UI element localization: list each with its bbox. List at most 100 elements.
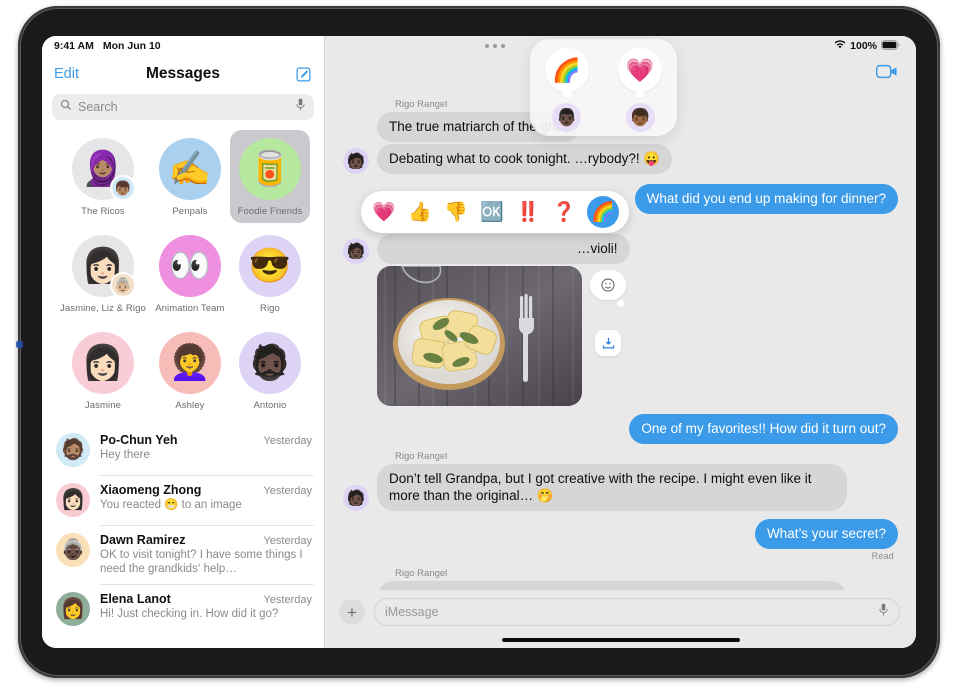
conversation-list-item[interactable]: 👩 Elena Lanot Yesterday Hi! Just checking i… [42,584,324,634]
status-indicators: 100% [834,39,900,53]
pinned-label: The Ricos [81,206,125,217]
emoji-reaction-icon[interactable] [590,270,626,307]
avatar: ✍️ [158,138,221,200]
avatar-spacer [343,116,369,142]
conversation-list-item[interactable]: 👩🏻 Xiaomeng Zhong Yesterday You reacted 😁 t… [42,475,324,525]
video-call-icon[interactable] [876,64,898,84]
avatar: 👩🏻 [56,483,90,517]
edit-button[interactable]: Edit [54,66,79,82]
compose-icon[interactable] [295,66,312,83]
thumbsdown-tapback[interactable]: 👎 [443,203,469,222]
avatar: 👩‍🦱 [158,332,221,394]
message-bubble-outgoing[interactable]: One of my favorites!! How did it turn ou… [629,414,903,444]
pinned-conversation-ashley[interactable]: 👩‍🦱 Ashley [150,324,230,417]
avatar: 🧕🏽 👦🏽 [71,138,136,201]
search-input[interactable]: Search [52,94,314,120]
message-thread[interactable]: Rigo Rangel The true matriarch of the gr… [325,92,916,590]
message-bubble-incoming[interactable]: …violi! [372,234,630,264]
message-bubble-outgoing[interactable]: What’s your secret? [754,519,904,549]
wifi-icon [834,40,846,52]
message-bubble-incoming[interactable]: Debating what to cook tonight. …rybody?!… [371,144,673,174]
search-placeholder: Search [78,100,118,114]
ravioli-photo[interactable] [377,266,582,406]
pinned-label: Foodie Friends [237,206,303,217]
message-sender-label: Rigo Rangel [395,568,448,579]
avatar: 👵🏿 [56,533,90,567]
thumbsup-tapback[interactable]: 👍 [407,203,433,222]
avatar: 🥫 [238,138,301,200]
pinned-conversation-the-ricos[interactable]: 🧕🏽 👦🏽 The Ricos [56,130,150,223]
conversation-list-item[interactable]: 👵🏿 Dawn Ramirez Yesterday OK to visit tonig… [42,525,324,584]
message-row: What’s your secret? [343,519,904,549]
reaction-emoji-bubble: 🌈 [544,48,589,92]
add-attachment-button[interactable]: + [339,599,365,625]
search-icon [60,98,72,116]
avatar: 😎 [238,235,301,297]
ipad-screen: 9:41 AM Mon Jun 10 Edit Messages Search … [42,36,916,648]
rainbow-tapback[interactable]: 🌈 [587,196,619,228]
microphone-icon[interactable] [295,98,306,117]
conversation-body: Dawn Ramirez Yesterday OK to visit tonight… [100,533,312,576]
message-composer: + iMessage [325,590,916,634]
timestamp: Yesterday [263,594,312,606]
heart-tapback[interactable]: 💗 [371,203,397,222]
avatar: 🧑🏿 [343,148,369,174]
imessage-input[interactable]: iMessage [374,598,900,626]
conversation-header: Po-Chun Yeh Yesterday [100,433,312,447]
read-receipt: Read [871,551,894,561]
message-preview: OK to visit tonight? I have some things … [100,549,303,575]
avatar: 🧔🏽 [56,433,90,467]
contact-name: Elena Lanot [100,592,171,606]
pinned-conversation-rigo[interactable]: 😎 Rigo [230,227,310,320]
imessage-placeholder: iMessage [385,605,439,619]
conversation-body: Xiaomeng Zhong Yesterday You reacted 😁 to … [100,483,312,517]
message-bubble-outgoing[interactable]: What did you end up making for dinner? [634,184,904,214]
pinned-label: Jasmine, Liz & Rigo [60,303,146,314]
battery-percent: 100% [850,40,877,52]
pinned-label: Penpals [172,206,208,217]
conversation-list: 🧔🏽 Po-Chun Yeh Yesterday Hey there 👩🏻 Xiaomen… [42,423,324,634]
message-preview: You reacted 😁 to an image [100,499,242,511]
reaction-popup[interactable]: 🌈 👨🏿 💗 👦🏾 [530,39,677,136]
pinned-conversation-penpals[interactable]: ✍️ Penpals [150,130,230,223]
avatar: 👩🏻 [71,332,134,394]
save-image-icon[interactable] [595,330,621,356]
avatar: 👩🏻 👵🏼 [71,235,136,298]
status-time: 9:41 AM [54,40,94,52]
conversation-list-item[interactable]: 🧔🏽 Po-Chun Yeh Yesterday Hey there [42,425,324,475]
conversation-body: Po-Chun Yeh Yesterday Hey there [100,433,312,467]
message-bubble-incoming[interactable]: Add garlic to the butter, and then stir … [377,581,847,590]
photo-message-row [377,266,898,406]
search-container: Search [42,92,324,130]
sidebar-navbar: Edit Messages [42,56,324,92]
message-preview: Hey there [100,449,150,461]
message-bubble-incoming[interactable]: Don’t tell Grandpa, but I got creative w… [372,464,847,511]
pinned-conversation-animation-team[interactable]: 👀 Animation Team [150,227,230,320]
contact-name: Po-Chun Yeh [100,433,178,447]
exclamation-tapback[interactable]: ‼️ [515,203,541,222]
pinned-label: Jasmine [84,400,121,411]
tapback-picker-bar[interactable]: 💗 👍 👎 🆗 ‼️ ❓ 🌈 [361,191,629,233]
haha-tapback[interactable]: 🆗 [479,203,505,222]
timestamp: Yesterday [263,535,312,547]
photo-actions [590,266,626,356]
question-tapback[interactable]: ❓ [551,203,577,222]
sub-avatar: 👵🏼 [109,272,136,298]
contact-name: Dawn Ramirez [100,533,186,547]
pinned-conversation-foodie-friends[interactable]: 🥫 Foodie Friends [229,130,310,223]
pinned-conversation-jasmine[interactable]: 👩🏻 Jasmine [56,324,150,417]
home-indicator[interactable] [501,638,740,642]
pinned-label: Ashley [175,400,205,411]
pinned-conversation-antonio[interactable]: 🧔🏿 Antonio [230,324,310,417]
timestamp: Yesterday [263,435,312,447]
reactor-avatar: 👦🏾 [625,103,655,132]
reactor-avatar: 👨🏿 [552,103,582,132]
message-row: 🧑🏿 Add garlic to the butter, and then st… [343,581,898,590]
microphone-icon[interactable] [878,603,889,622]
pinned-conversation-jasmine-liz-rigo[interactable]: 👩🏻 👵🏼 Jasmine, Liz & Rigo [56,227,150,320]
chat-pane: 100% Rigo Rangel The true matriarch of t… [325,36,916,648]
multitasking-control-icon[interactable] [485,44,505,48]
message-row: 🧑🏿 Don’t tell Grandpa, but I got creativ… [343,464,898,511]
message-sender-label: Rigo Rangel [395,451,448,462]
bezel-indicator-dot [16,341,23,348]
